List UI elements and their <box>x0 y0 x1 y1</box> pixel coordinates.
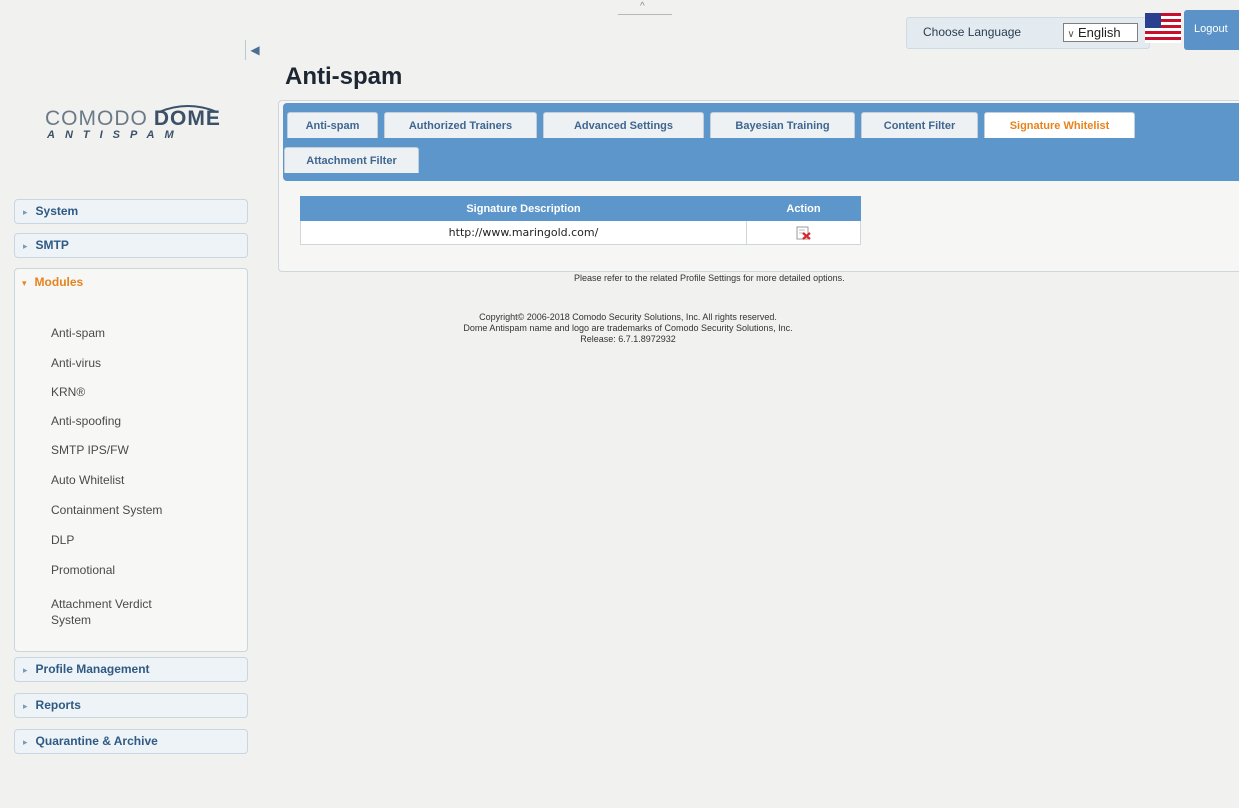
language-label: Choose Language <box>923 25 1022 39</box>
signature-cell: http://www.maringold.com/ <box>300 220 747 245</box>
footer: Copyright© 2006-2018 Comodo Security Sol… <box>383 312 873 345</box>
chevron-up-icon[interactable]: ^ <box>640 1 645 12</box>
signature-table: Signature Description Action http://www.… <box>300 196 861 245</box>
column-header-signature: Signature Description <box>300 196 747 221</box>
column-header-action: Action <box>746 196 861 221</box>
module-promotional[interactable]: Promotional <box>51 562 115 578</box>
tab-content-filter[interactable]: Content Filter <box>861 112 978 138</box>
logo: COMODO DOME ANTISPAM <box>45 105 225 155</box>
tab-advanced-settings[interactable]: Advanced Settings <box>543 112 704 138</box>
module-containment-system[interactable]: Containment System <box>51 502 162 518</box>
action-cell <box>746 220 861 245</box>
tab-anti-spam[interactable]: Anti-spam <box>287 112 378 138</box>
note-text: Please refer to the related Profile Sett… <box>574 273 845 283</box>
module-dlp[interactable]: DLP <box>51 532 74 548</box>
chevron-right-icon: ▸ <box>23 241 28 251</box>
module-krn[interactable]: KRN® <box>51 384 85 400</box>
sidebar-item-modules[interactable]: ▾ Modules <box>14 271 248 296</box>
language-selector-box: Choose Language ∨ English <box>906 17 1150 49</box>
logo-brand: COMODO <box>45 107 148 130</box>
module-attachment-verdict-system[interactable]: Attachment Verdict System <box>51 596 181 628</box>
language-value: English <box>1078 25 1121 40</box>
sidebar-modules-panel <box>14 268 248 652</box>
logo-product: DOME <box>153 107 221 130</box>
chevron-right-icon: ▸ <box>23 207 28 217</box>
sidebar-item-label: SMTP <box>35 238 69 252</box>
tab-authorized-trainers[interactable]: Authorized Trainers <box>384 112 537 138</box>
arrow-left-icon: ◀ <box>250 43 260 57</box>
sidebar-item-profile-management[interactable]: ▸ Profile Management <box>14 657 248 682</box>
logout-button[interactable]: Logout <box>1184 10 1239 50</box>
top-panel-toggle[interactable]: ^ <box>618 1 672 15</box>
module-smtp-ips-fw[interactable]: SMTP IPS/FW <box>51 442 129 458</box>
table-header-row: Signature Description Action <box>300 196 861 221</box>
sidebar-item-label: System <box>35 204 79 218</box>
sidebar-item-quarantine-archive[interactable]: ▸ Quarantine & Archive <box>14 729 248 754</box>
chevron-down-icon: ∨ <box>1067 29 1075 40</box>
tab-signature-whitelist[interactable]: Signature Whitelist <box>984 112 1135 138</box>
collapse-sidebar-button[interactable]: ◀ <box>245 40 264 60</box>
module-anti-spoofing[interactable]: Anti-spoofing <box>51 413 121 429</box>
us-flag-icon[interactable] <box>1145 13 1181 43</box>
sidebar-item-label: Quarantine & Archive <box>35 734 158 748</box>
tab-bar: Anti-spam Authorized Trainers Advanced S… <box>283 103 1239 181</box>
sidebar-item-label: Modules <box>34 275 84 289</box>
delete-icon[interactable] <box>796 226 812 240</box>
module-anti-spam[interactable]: Anti-spam <box>51 325 105 341</box>
sidebar-item-reports[interactable]: ▸ Reports <box>14 693 248 718</box>
footer-copyright: Copyright© 2006-2018 Comodo Security Sol… <box>479 312 777 322</box>
chevron-right-icon: ▸ <box>23 701 28 711</box>
chevron-right-icon: ▸ <box>23 737 28 747</box>
sidebar-item-smtp[interactable]: ▸ SMTP <box>14 233 248 258</box>
tab-bayesian-training[interactable]: Bayesian Training <box>710 112 855 138</box>
module-anti-virus[interactable]: Anti-virus <box>51 355 101 371</box>
chevron-down-icon: ▾ <box>22 278 27 288</box>
sidebar-item-label: Profile Management <box>35 662 150 676</box>
sidebar-item-system[interactable]: ▸ System <box>14 199 248 224</box>
page-title: Anti-spam <box>285 63 403 90</box>
module-auto-whitelist[interactable]: Auto Whitelist <box>51 472 124 488</box>
sidebar-item-label: Reports <box>35 698 81 712</box>
table-row: http://www.maringold.com/ <box>300 220 861 245</box>
chevron-right-icon: ▸ <box>23 665 28 675</box>
language-select[interactable]: ∨ English <box>1063 23 1138 42</box>
footer-release: Release: 6.7.1.8972932 <box>580 334 676 344</box>
tab-attachment-filter[interactable]: Attachment Filter <box>284 147 419 173</box>
footer-trademark: Dome Antispam name and logo are trademar… <box>463 323 793 333</box>
